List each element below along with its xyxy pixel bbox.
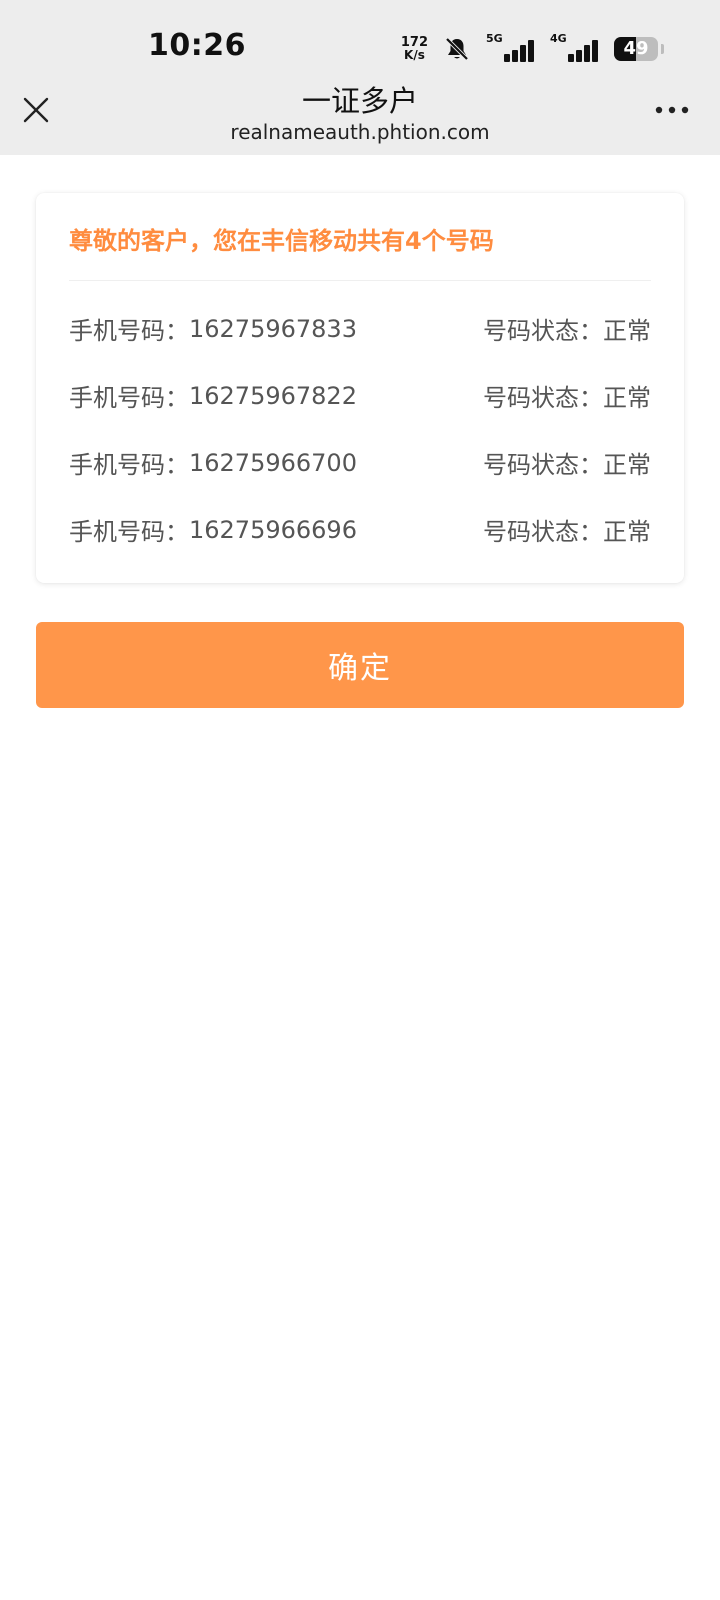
phone-number: 16275967822 <box>189 381 357 410</box>
card-divider <box>69 280 651 281</box>
signal-4g-label: 4G <box>550 32 567 45</box>
signal-5g-icon: 5G <box>486 32 534 62</box>
phone-label: 手机号码： <box>69 518 189 546</box>
page-url: realnameauth.phtion.com <box>230 120 490 144</box>
phone-label: 手机号码： <box>69 317 189 345</box>
status-label: 号码状态： <box>483 384 603 412</box>
status-value: 正常 <box>603 384 651 412</box>
phone-label: 手机号码： <box>69 451 189 479</box>
network-speed-unit: K/s <box>404 48 425 62</box>
phone-number-list: 手机号码： 16275967833 号码状态： 正常 手机号码： 1627596… <box>69 311 651 579</box>
bell-muted-icon <box>444 36 470 62</box>
phone-number-row: 手机号码： 16275966696 号码状态： 正常 <box>69 512 651 579</box>
battery-level: 49 <box>623 38 649 59</box>
phone-number: 16275966700 <box>189 448 357 477</box>
phone-number-card: 尊敬的客户，您在丰信移动共有4个号码 手机号码： 16275967833 号码状… <box>36 193 684 583</box>
phone-number-row: 手机号码： 16275966700 号码状态： 正常 <box>69 445 651 512</box>
status-label: 号码状态： <box>483 451 603 479</box>
status-label: 号码状态： <box>483 518 603 546</box>
top-bar: 10:26 172 K/s 5G 4G 49 一证多户 realnameauth… <box>0 0 720 155</box>
phone-number-row: 手机号码： 16275967833 号码状态： 正常 <box>69 311 651 378</box>
battery-tip <box>661 44 664 54</box>
status-value: 正常 <box>603 317 651 345</box>
status-label: 号码状态： <box>483 317 603 345</box>
phone-number: 16275967833 <box>189 314 357 343</box>
phone-number-row: 手机号码： 16275967822 号码状态： 正常 <box>69 378 651 445</box>
phone-label: 手机号码： <box>69 384 189 412</box>
status-value: 正常 <box>603 518 651 546</box>
card-title: 尊敬的客户，您在丰信移动共有4个号码 <box>69 227 494 255</box>
more-icon[interactable] <box>654 103 690 117</box>
network-speed: 172 K/s <box>401 36 428 62</box>
signal-4g-icon: 4G <box>550 32 598 62</box>
page-title: 一证多户 <box>301 84 418 118</box>
battery-icon: 49 <box>614 37 658 61</box>
status-value: 正常 <box>603 451 651 479</box>
phone-number: 16275966696 <box>189 515 357 544</box>
status-icons: 172 K/s 5G 4G 49 <box>401 32 664 66</box>
signal-5g-label: 5G <box>486 32 503 45</box>
confirm-button[interactable]: 确定 <box>36 622 684 708</box>
status-time: 10:26 <box>148 28 246 63</box>
